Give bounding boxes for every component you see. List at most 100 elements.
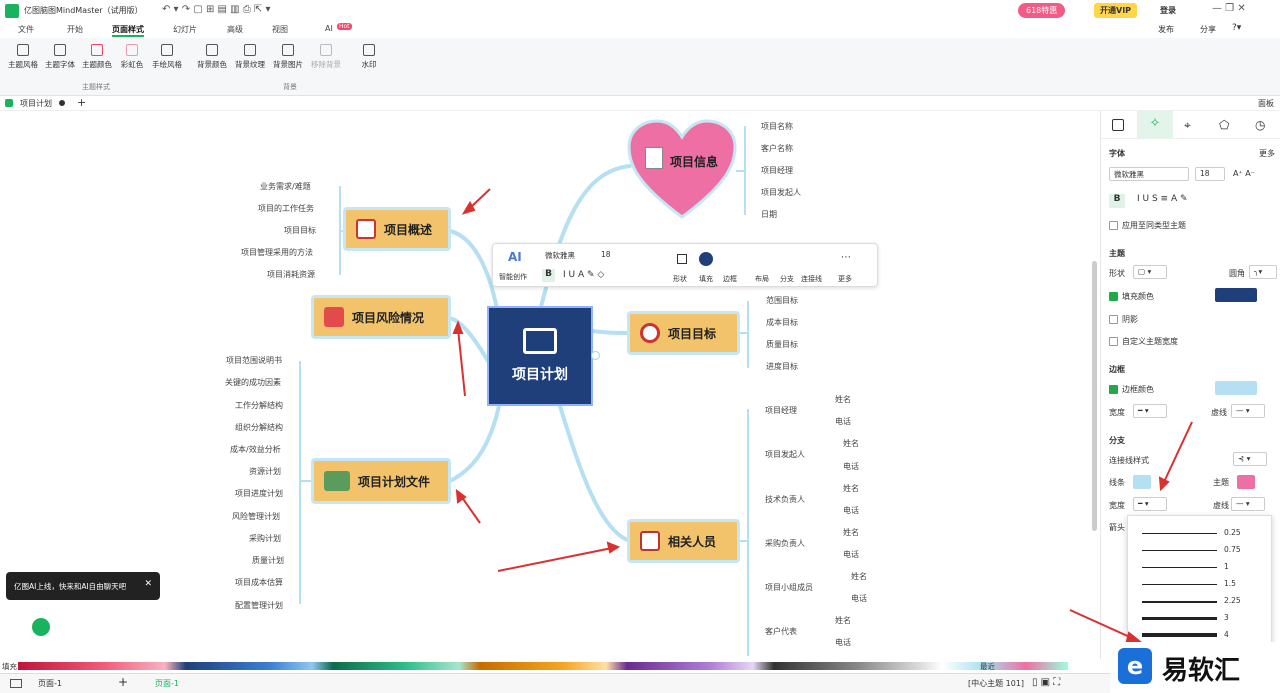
tab-advanced[interactable]: 高级	[227, 24, 243, 35]
more-link[interactable]: 更多	[1259, 148, 1275, 159]
ai-icon[interactable]: AI	[508, 250, 522, 264]
leaf[interactable]: 电话	[835, 637, 851, 648]
watermark-button[interactable]: 水印	[352, 44, 386, 70]
bold-button[interactable]: B	[542, 269, 555, 282]
leaf[interactable]: 项目消耗资源	[267, 269, 315, 280]
page-icon[interactable]	[1112, 119, 1124, 131]
leaf[interactable]: 姓名	[835, 615, 851, 626]
font-select[interactable]: 微软雅黑	[545, 250, 575, 261]
leaf[interactable]: 范围目标	[766, 295, 798, 306]
leaf[interactable]: 姓名	[843, 527, 859, 538]
leaf[interactable]: 质量计划	[252, 555, 284, 566]
leaf[interactable]: 项目管理采用的方法	[241, 247, 313, 258]
clock-icon[interactable]: ◷	[1255, 118, 1265, 132]
style-icon[interactable]: ✧	[1137, 111, 1173, 139]
shadow-checkbox[interactable]: 阴影	[1109, 314, 1138, 325]
leaf[interactable]: 姓名	[843, 483, 859, 494]
tab-start[interactable]: 开始	[67, 24, 83, 35]
topic-docs[interactable]: 项目计划文件	[311, 458, 451, 504]
bg-color-button[interactable]: 背景颜色	[195, 44, 229, 70]
tab-file[interactable]: 文件	[18, 24, 34, 35]
toolbar-label[interactable]: 分支	[780, 274, 794, 284]
leaf[interactable]: 采购计划	[249, 533, 281, 544]
login-button[interactable]: 登录	[1160, 5, 1176, 16]
bg-image-button[interactable]: 背景图片	[271, 44, 305, 70]
leaf[interactable]: 电话	[835, 416, 851, 427]
leaf[interactable]: 风险管理计划	[232, 511, 280, 522]
leaf[interactable]: 电话	[843, 505, 859, 516]
promo-badge[interactable]: 618特惠	[1018, 3, 1066, 18]
role[interactable]: 采购负责人	[765, 538, 805, 549]
apply-same-type-checkbox[interactable]: 应用至同类型主题	[1109, 220, 1186, 231]
checkbox[interactable]	[1109, 221, 1118, 230]
help-icon[interactable]: ?▾	[1232, 23, 1241, 33]
role[interactable]: 技术负责人	[765, 494, 805, 505]
leaf[interactable]: 成本/效益分析	[230, 444, 281, 455]
text-style-icons[interactable]: I U S ≡ A ✎	[1137, 194, 1188, 204]
ai-create-label[interactable]: 智能创作	[499, 272, 527, 282]
publish-button[interactable]: 发布	[1158, 24, 1174, 35]
view-icons[interactable]: ▯ ▣ ⛶	[1032, 677, 1060, 688]
leaf[interactable]: 组织分解结构	[235, 422, 283, 433]
leaf[interactable]: 电话	[851, 593, 867, 604]
conn-style-select[interactable]: ⊰ ▾	[1233, 452, 1267, 466]
role[interactable]: 客户代表	[765, 626, 797, 637]
add-page-icon[interactable]: +	[118, 675, 128, 689]
central-topic[interactable]: 项目计划	[487, 306, 593, 406]
tab-ai[interactable]: AI	[325, 24, 333, 33]
shape-select[interactable]: ▢ ▾	[1133, 265, 1167, 279]
leaf[interactable]: 关键的成功因素	[225, 377, 281, 388]
leaf[interactable]: 项目进度计划	[235, 488, 283, 499]
leaf[interactable]: 项目成本估算	[235, 577, 283, 588]
theme-font-button[interactable]: 主题字体	[43, 44, 77, 70]
theme-color-button[interactable]: 主题颜色	[80, 44, 114, 70]
leaf[interactable]: 项目名称	[761, 121, 793, 132]
window-controls[interactable]: — ❐ ✕	[1212, 3, 1246, 14]
checkbox[interactable]	[1109, 292, 1118, 301]
tab-page-style[interactable]: 页面样式	[112, 24, 144, 37]
role[interactable]: 项目小组成员	[765, 582, 813, 593]
bold-button[interactable]: B	[1109, 194, 1125, 208]
rainbow-button[interactable]: 彩虹色	[115, 44, 149, 70]
new-tab-icon[interactable]: +	[77, 96, 86, 109]
location-icon[interactable]: ⌖	[1184, 118, 1191, 133]
leaf[interactable]: 姓名	[843, 438, 859, 449]
tab-slides[interactable]: 幻灯片	[173, 24, 197, 35]
remove-bg-button[interactable]: 移除背景	[309, 44, 343, 70]
vip-button[interactable]: 开通VIP	[1094, 3, 1138, 18]
theme-style-button[interactable]: 主题风格	[6, 44, 40, 70]
topic-people[interactable]: 相关人员	[627, 519, 740, 563]
leaf[interactable]: 进度目标	[766, 361, 798, 372]
leaf[interactable]: 电话	[843, 549, 859, 560]
leaf[interactable]: 日期	[761, 209, 777, 220]
leaf[interactable]: 项目经理	[761, 165, 793, 176]
size-select[interactable]: 18	[601, 250, 611, 259]
leaf[interactable]: 姓名	[851, 571, 867, 582]
checkbox[interactable]	[1109, 315, 1118, 324]
toolbar-label[interactable]: 布局	[755, 274, 769, 284]
toolbar-label[interactable]: 连接线	[801, 274, 822, 284]
shape-icon[interactable]	[677, 254, 687, 264]
badge-icon[interactable]: ⬠	[1219, 118, 1229, 132]
tab-view[interactable]: 视图	[272, 24, 288, 35]
border-color-checkbox[interactable]: 边框颜色	[1109, 384, 1154, 395]
border-dash-select[interactable]: — ▾	[1231, 404, 1265, 418]
fill-icon[interactable]	[699, 252, 713, 266]
leaf[interactable]: 质量目标	[766, 339, 798, 350]
mindmap-canvas[interactable]: 项目计划 项目信息 项目概述 项目风险情况 项目目标 项目计划文件 相关人员 项…	[0, 111, 1100, 659]
leaf[interactable]: 姓名	[835, 394, 851, 405]
leaf[interactable]: 工作分解结构	[235, 400, 283, 411]
font-family-select[interactable]: 微软雅黑	[1109, 167, 1189, 181]
role[interactable]: 项目发起人	[765, 449, 805, 460]
topic-risk[interactable]: 项目风险情况	[311, 295, 451, 339]
leaf[interactable]: 项目范围说明书	[226, 355, 282, 366]
font-size-select[interactable]: 18	[1195, 167, 1225, 181]
toolbar-label[interactable]: 形状	[673, 274, 687, 284]
share-button[interactable]: 分享	[1200, 24, 1216, 35]
leaf[interactable]: 项目目标	[284, 225, 316, 236]
toolbar-label[interactable]: 填充	[699, 274, 713, 284]
page-tab[interactable]: 页面-1	[155, 678, 179, 689]
font-grow-icon[interactable]: A⁺ A⁻	[1233, 169, 1255, 178]
leaf[interactable]: 客户名称	[761, 143, 793, 154]
leaf[interactable]: 成本目标	[766, 317, 798, 328]
